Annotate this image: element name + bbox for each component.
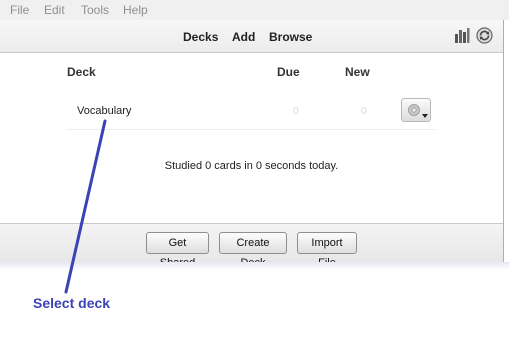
annotation-caption: Select deck: [33, 295, 111, 311]
